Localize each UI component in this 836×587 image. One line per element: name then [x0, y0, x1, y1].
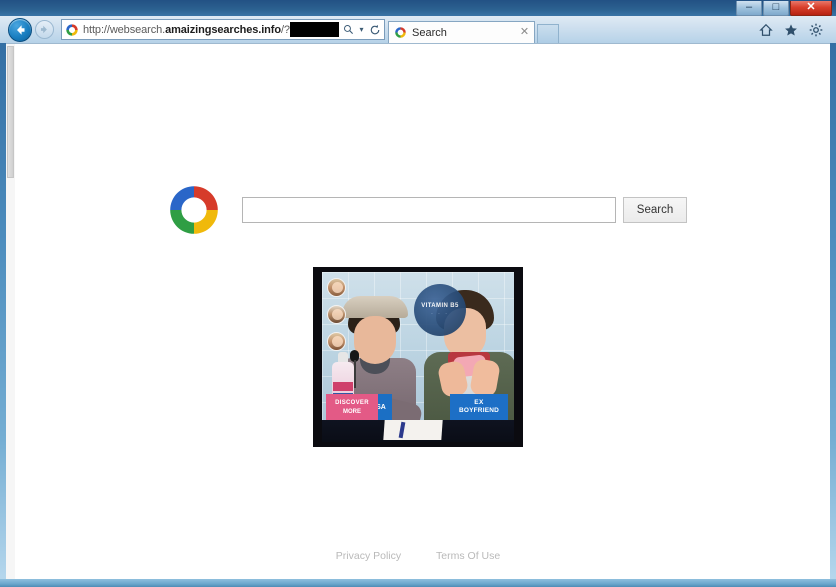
ad-sign-ex-line1: EX — [474, 398, 484, 406]
ad-person-left-face — [354, 316, 396, 364]
ad-sign-discover-line2: MORE — [343, 408, 361, 415]
tab-favicon-icon — [395, 27, 406, 38]
ad-sign-ex-boyfriend: EX BOYFRIEND — [450, 394, 508, 420]
ad-avatar-thumbnail-2[interactable] — [327, 305, 346, 324]
address-dropdown-icon[interactable]: ▾ — [356, 25, 367, 34]
search-page: Search VITAMIN B5 · · · SA DISCOVER MORE… — [6, 44, 830, 579]
maximize-button[interactable]: □ — [763, 1, 789, 16]
ad-sign-ex-line2: BOYFRIEND — [458, 407, 500, 414]
page-footer: Privacy Policy Terms Of Use — [6, 550, 830, 562]
tab-strip: Search ✕ — [388, 16, 559, 43]
colored-ring-logo — [170, 186, 218, 234]
address-bar-url: http://websearch.amaizingsearches.info/? — [83, 23, 290, 36]
url-redaction-bar — [289, 22, 339, 37]
close-window-button[interactable]: ✕ — [790, 1, 832, 16]
refresh-icon — [370, 24, 379, 34]
search-button[interactable]: Search — [623, 197, 687, 223]
forward-arrow-icon — [40, 25, 47, 34]
magnifier-icon — [344, 25, 354, 35]
vitamin-badge-sub: · · · — [431, 311, 449, 317]
privacy-policy-link[interactable]: Privacy Policy — [336, 550, 401, 562]
ad-sign-discover-line1: DISCOVER — [335, 399, 369, 406]
minimize-button[interactable]: – — [736, 1, 762, 16]
terms-of-use-link[interactable]: Terms Of Use — [436, 550, 500, 562]
address-bar[interactable]: http://websearch.amaizingsearches.info/?… — [61, 19, 385, 40]
ad-paper-prop — [383, 420, 443, 440]
back-button[interactable] — [8, 17, 32, 42]
search-input[interactable] — [242, 197, 616, 223]
ad-microphone-stem — [354, 360, 356, 388]
browser-window: – □ ✕ http://websearch.amaizingsearches.… — [0, 0, 836, 587]
favorites-icon[interactable] — [783, 22, 799, 38]
video-ad-thumbnail[interactable]: VITAMIN B5 · · · SA DISCOVER MORE EX BOY… — [313, 267, 523, 447]
navigation-buttons — [8, 17, 54, 42]
search-area: Search — [166, 182, 687, 238]
back-arrow-icon — [17, 24, 25, 35]
window-bottom-frame — [0, 579, 836, 587]
scrollbar-thumb[interactable] — [7, 46, 14, 178]
page-scrollbar[interactable] — [6, 44, 15, 579]
window-controls: – □ ✕ — [736, 1, 832, 16]
address-search-icon[interactable] — [341, 20, 356, 39]
settings-gear-icon[interactable] — [808, 22, 824, 38]
vitamin-badge-label: VITAMIN B5 — [421, 303, 459, 309]
minimize-icon: – — [745, 1, 753, 13]
new-tab-button[interactable] — [537, 24, 559, 43]
tab-search[interactable]: Search ✕ — [388, 21, 535, 43]
home-glyph-icon — [759, 23, 773, 36]
ad-avatar-thumbnail-3[interactable] — [327, 332, 346, 351]
ad-avatar-thumbnail-1[interactable] — [327, 278, 346, 297]
gear-glyph-icon — [809, 23, 823, 36]
ad-person-left-cap — [342, 296, 408, 318]
toolbar-commands — [758, 22, 832, 38]
browser-toolbar: http://websearch.amaizingsearches.info/?… — [0, 16, 836, 43]
maximize-icon: □ — [772, 1, 780, 13]
tab-close-icon[interactable]: ✕ — [518, 27, 531, 38]
vitamin-badge: VITAMIN B5 · · · — [414, 284, 466, 336]
ad-image-content: VITAMIN B5 · · · SA DISCOVER MORE EX BOY… — [322, 272, 514, 442]
page-viewport: Search VITAMIN B5 · · · SA DISCOVER MORE… — [6, 43, 830, 579]
ad-sign-discover-more[interactable]: DISCOVER MORE — [326, 394, 378, 420]
ad-bottle-label-pink — [333, 382, 353, 391]
site-favicon-icon — [66, 23, 78, 36]
refresh-button[interactable] — [367, 20, 382, 39]
star-glyph-icon — [785, 23, 797, 36]
home-icon[interactable] — [758, 22, 774, 38]
tab-title-label: Search — [412, 26, 447, 39]
window-title-bar: – □ ✕ — [0, 0, 836, 16]
forward-button[interactable] — [35, 20, 54, 39]
close-icon: ✕ — [806, 1, 816, 13]
